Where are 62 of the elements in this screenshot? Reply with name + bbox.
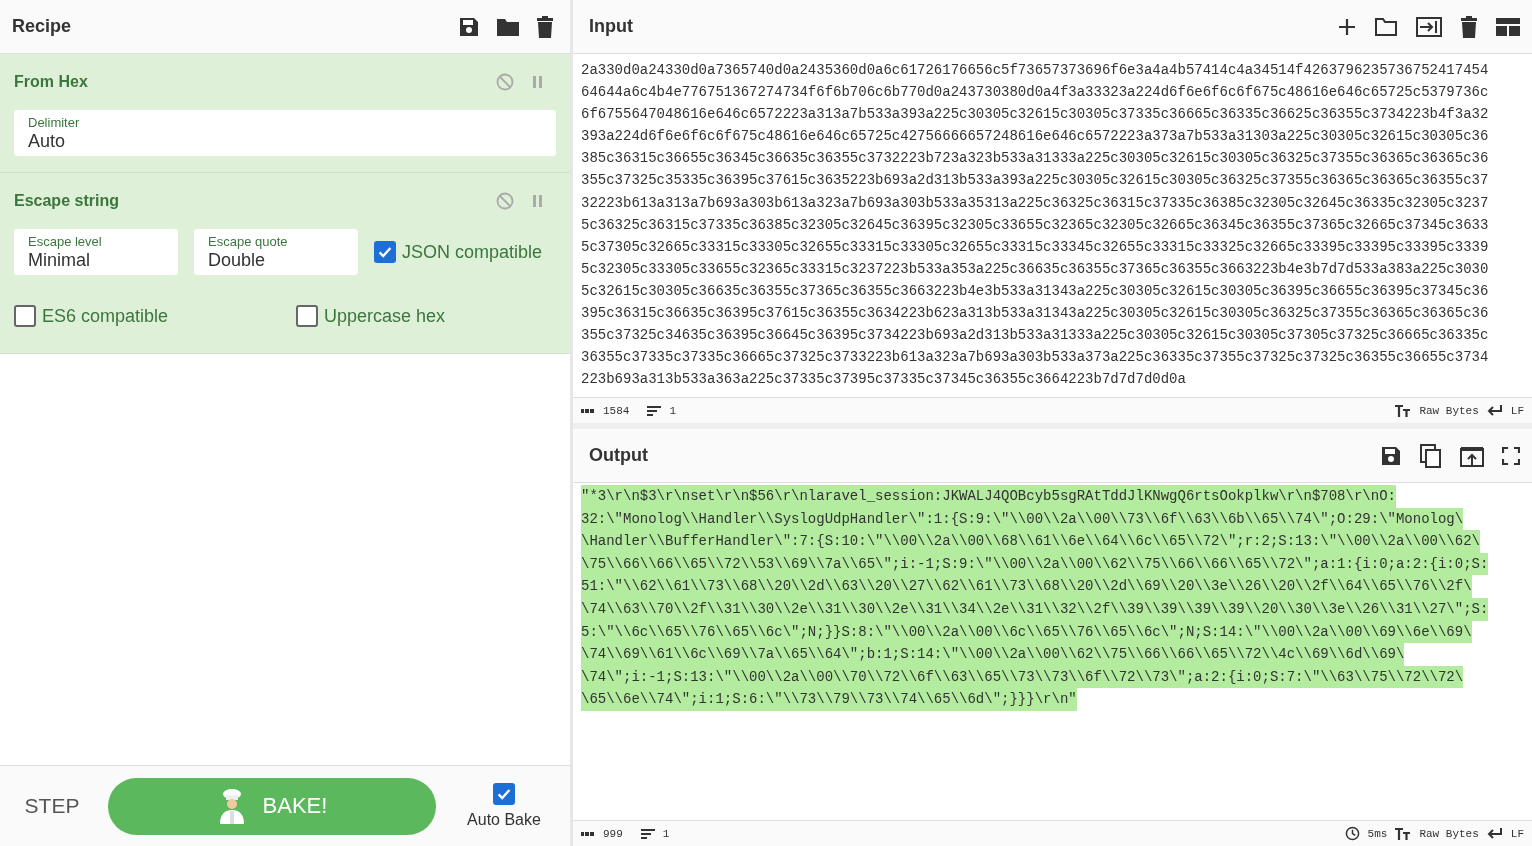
lines-icon (647, 404, 662, 417)
folder-icon[interactable] (496, 16, 520, 37)
step-button[interactable]: STEP (12, 793, 92, 819)
upload-icon[interactable] (1460, 444, 1484, 467)
character-count: 999 (603, 827, 623, 840)
panel-title: Output (589, 445, 648, 466)
input-text-line: 64644a6c4b4e776751367274734f6f6b706c6b770d0a243730380d0a4f3a33323a224d6f6e6f6c6f675c48616e646c65725c5379736c (581, 83, 1490, 103)
panel-title: Input (589, 16, 633, 37)
characters-icon (581, 829, 595, 838)
checkbox[interactable] (14, 305, 36, 327)
save-icon[interactable] (1380, 444, 1402, 467)
line-ending-selector[interactable]: LF (1510, 827, 1524, 840)
operation-name: From Hex (14, 73, 88, 91)
input-text-line: 385c36315c36655c36345c36635c36355c3732223b723a323b533a31333a225c30305c32615c30305c36325c37355c36365c36365c36 (581, 149, 1490, 169)
input-text-line: 32223b613a313a7b693a303b613a323a7b693a303b533a35313a225c36325c36315c37335c36385c32305c32645c36335c32305c3237 (581, 193, 1490, 213)
option-field[interactable]: Escape level Minimal (14, 229, 178, 275)
copy-icon[interactable] (1420, 443, 1442, 468)
return-arrow-icon[interactable] (1486, 404, 1503, 417)
encoding-selector[interactable]: Raw Bytes (1419, 827, 1479, 840)
checkbox[interactable] (374, 241, 396, 263)
input-text-line: 355c37325c35335c36395c37615c3635223b693a2d313b533a393a225c30305c32615c30305c36325c37355c36365c36365c36355c37 (581, 171, 1490, 191)
input-text-line: 355c37325c34635c36395c36645c36395c3734223b693a2d313b533a31333a225c30305c32615c30305c37305c37325c36665c36335c (581, 326, 1490, 346)
line-count: 1 (669, 404, 676, 417)
option-field[interactable]: Escape quote Double (194, 229, 358, 275)
line-ending-selector[interactable]: LF (1510, 404, 1524, 417)
lines-icon (640, 827, 655, 840)
clock-icon (1344, 826, 1360, 841)
checkbox-label[interactable]: ES6 compatible (42, 305, 169, 327)
fullscreen-icon[interactable] (1502, 446, 1520, 465)
input-text-line: 5c32305c33305c33655c32365c33315c3237223b533a353a225c36635c36355c37365c36355c3663223b4e3b7d7d533a383a225c3030 (581, 259, 1490, 279)
folder-icon[interactable] (1374, 16, 1398, 37)
plus-icon[interactable] (1338, 17, 1356, 36)
trash-icon[interactable] (1460, 15, 1478, 38)
input-text-line: 393a224d6f6e6f6c6f675c48616e646c65725c42756666657248616e646c6572223a373a7b533a31303a225c30305c32615c30305c36 (581, 127, 1490, 147)
input-text-line: 5c32615c30305c36635c36355c37365c36355c3663223b4e3b533a31343a225c30305c32615c30305c36395c36655c36395c37345c36 (581, 281, 1490, 301)
import-icon[interactable] (1416, 16, 1442, 37)
checkbox[interactable] (493, 783, 515, 805)
checkbox-label[interactable]: JSON compatible (402, 241, 543, 263)
layout-icon[interactable] (1496, 17, 1520, 36)
return-arrow-icon[interactable] (1486, 827, 1503, 840)
text-size-icon[interactable] (1395, 404, 1412, 417)
line-count: 1 (662, 827, 670, 840)
option-field[interactable]: Delimiter Auto (14, 110, 556, 156)
text-size-icon[interactable] (1395, 827, 1412, 840)
input-text-line: 395c36315c36635c36395c37615c36355c3634223b623a313b533a31343a225c30305c32615c30305c36325c37355c36365c36365c36 (581, 304, 1490, 324)
panel-title: Recipe (12, 16, 72, 37)
save-icon[interactable] (458, 15, 480, 38)
input-text-line: 223b693a313b533a363a225c37335c37395c37335c37345c36355c3664223b7d7d7d0d0a (581, 370, 1187, 390)
characters-icon (581, 406, 595, 415)
input-text-line: 2a330d0a24330d0a7365740d0a2435360d0a6c61726176656c5f73657373696f6e3a4a4b57414c4a34514f4263796235736752417454 (581, 61, 1490, 80)
bake-time: 5ms (1367, 827, 1388, 840)
input-text-line: 5c37305c32665c33315c33305c32655c33315c33305c32655c33315c33345c32655c33315c33325c32665c33395c33395c33395c3339 (581, 237, 1490, 257)
checkbox[interactable] (296, 305, 318, 327)
operation-name: Escape string (14, 192, 119, 210)
input-text-line: 5c36325c36315c37335c36385c32305c32645c36395c32305c33655c32365c32305c32665c36345c36355c37365c32665c37345c3633 (581, 215, 1490, 235)
encoding-selector[interactable]: Raw Bytes (1419, 404, 1479, 417)
trash-icon[interactable] (536, 15, 554, 38)
checkbox-label[interactable]: Uppercase hex (324, 305, 446, 327)
auto-bake-label[interactable]: Auto Bake (467, 811, 541, 829)
character-count: 1584 (603, 404, 630, 417)
input-text-line: 6f6755647048616e646c6572223a313a7b533a393a225c30305c32615c30305c37335c36665c36335c36625c36355c3734223b4f3a32 (581, 105, 1490, 125)
input-text-line: 36355c37335c37335c36665c37325c3733223b613a323a7b693a303b533a373a225c36335c37355c37325c37325c36355c36655c3734 (581, 348, 1490, 368)
